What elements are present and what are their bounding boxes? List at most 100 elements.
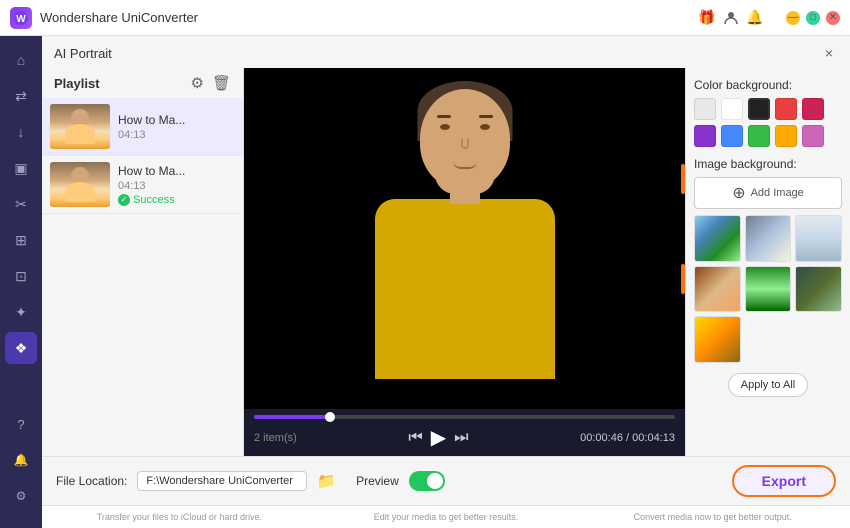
play-button[interactable]: ▶ [431, 425, 446, 450]
progress-bar[interactable] [254, 415, 675, 419]
image-thumb-6[interactable] [795, 266, 842, 313]
video-neck [450, 184, 480, 204]
apply-to-all-button[interactable]: Apply to All [728, 373, 808, 397]
left-panel: Playlist ⚙ 🗑 How t [42, 68, 244, 456]
playlist-item-name-2: How to Ma... [118, 164, 235, 178]
color-swatch-5[interactable] [694, 125, 716, 147]
bell-icon[interactable]: 🔔 [746, 9, 764, 27]
playlist-info-1: How to Ma... 04:13 [118, 113, 235, 141]
image-thumb-1[interactable] [694, 215, 741, 262]
items-count-label: 2 item(s) [254, 432, 297, 444]
main-layout: ⌂ ⇄ ↓ ▣ ✂ ⊞ ⊡ ✦ ❖ ? 🔔 ⚙ AI Portrait × Pl… [0, 36, 850, 528]
app-title: Wondershare UniConverter [40, 10, 698, 25]
bottom-bar: File Location: 📁 Preview Export [42, 456, 850, 505]
orange-indicator-bottom [681, 264, 685, 294]
panel-header: AI Portrait × [42, 36, 850, 68]
folder-icon[interactable]: 📁 [317, 472, 336, 490]
close-button[interactable]: ✕ [826, 11, 840, 25]
sidebar-item-grid[interactable]: ⊞ [5, 224, 37, 256]
right-panel: Color background: [685, 68, 850, 456]
panel-close-button[interactable]: × [820, 44, 838, 62]
playlist-info-2: How to Ma... 04:13 ✓ Success [118, 164, 235, 206]
sidebar-item-effects[interactable]: ✦ [5, 296, 37, 328]
playlist-delete-icon[interactable]: 🗑 [212, 74, 231, 92]
status-success-label: Success [133, 194, 175, 206]
playlist-item-name-1: How to Ma... [118, 113, 235, 127]
sidebar-item-settings[interactable]: ⚙ [5, 480, 37, 512]
playlist-item-duration-2: 04:13 [118, 180, 235, 192]
color-swatch-8[interactable] [775, 125, 797, 147]
image-bg-label: Image background: [694, 157, 842, 171]
playlist-settings-icon[interactable]: ⚙ [191, 74, 204, 92]
sidebar-bottom: ? 🔔 ⚙ [5, 408, 37, 520]
video-time-display: 00:00:46 / 00:04:13 [580, 432, 675, 444]
minimize-button[interactable]: — [786, 11, 800, 25]
content-relative: Playlist ⚙ 🗑 How t [42, 68, 850, 456]
gift-icon[interactable]: 🎁 [698, 9, 716, 27]
image-grid [694, 215, 842, 363]
video-controls: 2 item(s) ⏮ ▶ ⏭ 00:00:46 / 00:04:13 [244, 409, 685, 456]
preview-toggle[interactable] [409, 471, 445, 491]
progress-handle[interactable] [325, 412, 335, 422]
success-dot-icon: ✓ [118, 194, 130, 206]
video-body [375, 199, 555, 379]
playlist-item-status: ✓ Success [118, 194, 235, 206]
image-thumb-5[interactable] [745, 266, 792, 313]
color-bg-label: Color background: [694, 78, 842, 92]
sidebar-item-compress[interactable]: ⊡ [5, 260, 37, 292]
current-time: 00:00:46 [580, 432, 623, 444]
center-panel: 2 item(s) ⏮ ▶ ⏭ 00:00:46 / 00:04:13 [244, 68, 685, 456]
preview-label: Preview [356, 474, 399, 488]
export-button[interactable]: Export [732, 465, 836, 497]
add-icon: ⊕ [732, 183, 745, 203]
color-swatch-3[interactable] [775, 98, 797, 120]
color-palette [694, 98, 842, 147]
sidebar-item-help[interactable]: ? [5, 408, 37, 440]
color-swatch-2[interactable] [748, 98, 770, 120]
list-item[interactable]: How to Ma... 04:13 [42, 98, 243, 156]
image-thumb-2[interactable] [745, 215, 792, 262]
inner-layout: Playlist ⚙ 🗑 How t [42, 68, 850, 456]
sidebar-item-screen[interactable]: ▣ [5, 152, 37, 184]
maximize-button[interactable]: □ [806, 11, 820, 25]
promo-text-1: Transfer your files to iCloud or hard dr… [56, 512, 303, 522]
image-thumb-7[interactable] [694, 316, 741, 363]
color-swatch-7[interactable] [748, 125, 770, 147]
video-person [345, 89, 585, 389]
playlist-actions: ⚙ 🗑 [191, 74, 232, 92]
list-item[interactable]: How to Ma... 04:13 ✓ Success [42, 156, 243, 214]
sidebar-item-convert[interactable]: ⇄ [5, 80, 37, 112]
image-thumb-4[interactable] [694, 266, 741, 313]
toggle-knob [427, 473, 443, 489]
add-image-button[interactable]: ⊕ Add Image [694, 177, 842, 209]
sidebar-item-download[interactable]: ↓ [5, 116, 37, 148]
color-swatch-9[interactable] [802, 125, 824, 147]
bottom-promo: Transfer your files to iCloud or hard dr… [42, 505, 850, 528]
playlist-items: How to Ma... 04:13 How to Ma... 04:1 [42, 98, 243, 456]
sidebar-item-cut[interactable]: ✂ [5, 188, 37, 220]
color-swatch-4[interactable] [802, 98, 824, 120]
sidebar-item-ai[interactable]: ❖ [5, 332, 37, 364]
image-thumb-3[interactable] [795, 215, 842, 262]
color-swatch-0[interactable] [694, 98, 716, 120]
content-area: AI Portrait × Playlist ⚙ 🗑 [42, 36, 850, 528]
total-time: 00:04:13 [632, 432, 675, 444]
sidebar-item-notifications[interactable]: 🔔 [5, 444, 37, 476]
title-bar: W Wondershare UniConverter 🎁 🔔 — □ ✕ [0, 0, 850, 36]
color-swatch-1[interactable] [721, 98, 743, 120]
controls-row: 2 item(s) ⏮ ▶ ⏭ 00:00:46 / 00:04:13 [254, 425, 675, 450]
app-logo: W [10, 7, 32, 29]
sidebar: ⌂ ⇄ ↓ ▣ ✂ ⊞ ⊡ ✦ ❖ ? 🔔 ⚙ [0, 36, 42, 528]
orange-indicator-top [681, 164, 685, 194]
sidebar-item-home[interactable]: ⌂ [5, 44, 37, 76]
promo-text-3: Convert media now to get better output. [589, 512, 836, 522]
file-location-input[interactable] [137, 471, 307, 491]
color-bg-section: Color background: [694, 78, 842, 147]
panel-title: AI Portrait [54, 46, 112, 61]
previous-button[interactable]: ⏮ [408, 429, 422, 447]
svg-text:W: W [16, 14, 26, 25]
color-swatch-6[interactable] [721, 125, 743, 147]
file-location-label: File Location: [56, 474, 127, 488]
user-icon[interactable] [722, 9, 740, 27]
next-button[interactable]: ⏭ [454, 429, 468, 447]
